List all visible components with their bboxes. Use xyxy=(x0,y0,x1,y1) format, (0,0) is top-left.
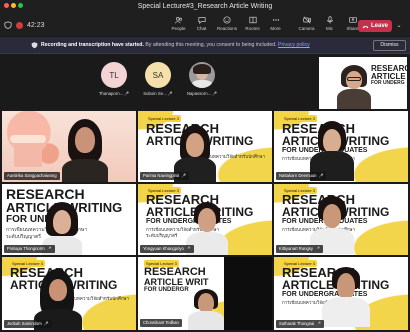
participant-tile[interactable]: Special Lecture 3 RESEARCH ARTICLE WRITI… xyxy=(274,184,408,255)
privacy-link[interactable]: Privacy policy xyxy=(278,42,310,48)
meeting-toolbar: People Chat Reactions Rooms More Camera … xyxy=(170,16,361,31)
strip-participant[interactable]: TL Thanaporn... 🎤 xyxy=(94,62,134,96)
name-tag: Parima Nawingpinit 🎤 xyxy=(140,172,190,180)
cake-top xyxy=(10,135,46,143)
meeting-status: 42:23 xyxy=(4,21,45,29)
participant-tile[interactable]: Special Lecture 3 RESEARCH ARTICLE WRITI… xyxy=(138,111,272,182)
mic-icon xyxy=(326,16,333,24)
presenter-tile[interactable]: RESEARCH ARTICLE FOR UNDERG xyxy=(319,57,407,109)
participant-name-text: Thanaporn... xyxy=(98,91,124,96)
people-icon xyxy=(174,17,182,24)
mic-off-icon: 🎤 xyxy=(124,91,130,96)
shield-icon xyxy=(31,42,38,49)
mic-off-icon: 🎤 xyxy=(318,173,324,178)
phone-icon xyxy=(362,25,369,28)
name-tag: Nattakarn Deemuun 🎤 xyxy=(276,172,327,180)
participant-name-text: Suboin Se... xyxy=(143,91,167,96)
notice-bold: Recording and transcription have started… xyxy=(41,42,144,48)
reactions-icon xyxy=(223,16,231,24)
mic-off-icon: 🎤 xyxy=(316,321,322,326)
participant-name-text: Pimlapa Thongnorm xyxy=(7,246,45,251)
chat-label: Chat xyxy=(196,26,207,31)
share-label: Share xyxy=(346,26,359,31)
title-bar: Special Lecture#3_Research Article Writi… xyxy=(0,0,410,36)
participant-name-text: Auntirika Sangpachaiwong xyxy=(7,173,57,178)
participant-name-text: Nattakarn Deemuun xyxy=(279,173,317,178)
camera-icon xyxy=(302,16,311,24)
participant-name-text: Kittiyanart Rungsy xyxy=(279,246,313,251)
shield-icon xyxy=(4,21,12,29)
participant-name-text: Jedsah Samindom xyxy=(7,321,42,326)
participant-name-text: Yongyuan Khangpriyo xyxy=(143,246,184,251)
leave-options-chevron-icon[interactable]: ⌄ xyxy=(393,20,405,32)
mic-off-icon: 🎤 xyxy=(43,321,49,326)
cake-decor xyxy=(14,141,42,167)
slide-title-line3: FOR UNDERGR xyxy=(144,287,189,293)
name-tag: Pimlapa Thongnorm 🎤 xyxy=(4,245,55,253)
reactions-label: Reactions xyxy=(216,26,237,31)
rooms-icon xyxy=(248,16,257,24)
recording-notice: Recording and transcription have started… xyxy=(0,37,410,54)
slide-title-line3: FOR UNDERG xyxy=(371,80,405,86)
participant-name-text: Napassorn... xyxy=(186,91,212,96)
more-button[interactable]: More xyxy=(267,16,284,31)
leave-button[interactable]: Leave xyxy=(358,20,392,32)
slide-title-line2: ARTICLE WRIT xyxy=(144,277,209,287)
leave-label: Leave xyxy=(370,23,388,29)
avatar: TL xyxy=(101,62,127,88)
participant-name-text: Parima Nawingpinit xyxy=(143,173,180,178)
participant-name-text: Sutharak Thongsai xyxy=(279,321,315,326)
mic-off-icon: 🎤 xyxy=(314,246,320,251)
avatar-photo xyxy=(189,62,215,88)
camera-button[interactable]: Camera xyxy=(298,16,315,31)
name-tag: Auntirika Sangpachaiwong xyxy=(4,172,60,180)
rooms-label: Rooms xyxy=(245,26,260,31)
people-button[interactable]: People xyxy=(170,16,187,31)
name-tag: Chonnikant Tedkan xyxy=(140,319,182,327)
more-icon xyxy=(272,19,279,21)
slide-thai-line2: ระดับปริญญาตรี xyxy=(6,234,41,240)
participant-name: Thanaporn... 🎤 xyxy=(99,91,129,96)
share-icon xyxy=(348,17,357,23)
name-tag: Kittiyanart Rungsy 🎤 xyxy=(276,245,323,253)
camera-label: Camera xyxy=(298,26,315,31)
strip-participant[interactable]: Napassorn... 🎤 xyxy=(182,62,222,96)
chat-icon xyxy=(197,17,206,24)
avatar: SA xyxy=(145,62,171,88)
reactions-button[interactable]: Reactions xyxy=(216,16,238,31)
mic-off-icon: 🎤 xyxy=(212,91,218,96)
notice-body: By attending this meeting, you consent t… xyxy=(145,42,277,48)
mic-label: Mic xyxy=(326,26,333,31)
name-tag: Sutharak Thongsai 🎤 xyxy=(276,320,325,328)
participant-name: Napassorn... 🎤 xyxy=(187,91,217,96)
slide-thai-line2: ระดับปริญญาตรี xyxy=(146,233,178,238)
participant-tile[interactable]: Auntirika Sangpachaiwong xyxy=(2,111,136,182)
participant-tile[interactable]: Special Lecture 3 RESEARCH ARTICLE WRITI… xyxy=(274,257,408,330)
participant-tile[interactable]: Special Lecture 3 RESEARCH ARTICLE WRITI… xyxy=(2,257,136,330)
name-tag: Yongyuan Khangpriyo 🎤 xyxy=(140,245,194,253)
more-label: More xyxy=(270,26,281,31)
chat-button[interactable]: Chat xyxy=(193,16,210,31)
mic-off-icon: 🎤 xyxy=(181,173,187,178)
mic-off-icon: 🎤 xyxy=(46,246,52,251)
mic-button[interactable]: Mic xyxy=(321,16,338,31)
dismiss-button[interactable]: Dismiss xyxy=(373,40,406,51)
notice-text: Recording and transcription have started… xyxy=(41,42,310,48)
mic-off-icon: 🎤 xyxy=(185,246,191,251)
participant-tile[interactable]: Special Lecture 3 RESEARCH ARTICLE WRITI… xyxy=(274,111,408,182)
recording-icon xyxy=(16,21,23,29)
participant-tile[interactable]: RESEARCH ARTICLE WRITING FOR UNDER การเข… xyxy=(2,184,136,255)
participant-tile[interactable]: Special Lecture 3 RESEARCH ARTICLE WRITI… xyxy=(138,184,272,255)
window-title: Special Lecture#3_Research Article Writi… xyxy=(137,3,273,10)
meeting-timer: 42:23 xyxy=(27,21,45,29)
people-label: People xyxy=(171,26,186,31)
mic-off-icon: 🎤 xyxy=(167,91,173,96)
name-tag: Jedsah Samindom 🎤 xyxy=(4,320,52,328)
strip-participant[interactable]: SA Suboin Se... 🎤 xyxy=(138,62,178,96)
participant-name-text: Chonnikant Tedkan xyxy=(143,320,179,325)
rooms-button[interactable]: Rooms xyxy=(244,16,261,31)
participant-tile[interactable]: Special Lecture 3 RESEARCH ARTICLE WRIT … xyxy=(138,257,272,330)
participant-name: Suboin Se... 🎤 xyxy=(143,91,172,96)
slide-title-line1: RESEARCH xyxy=(144,266,206,278)
